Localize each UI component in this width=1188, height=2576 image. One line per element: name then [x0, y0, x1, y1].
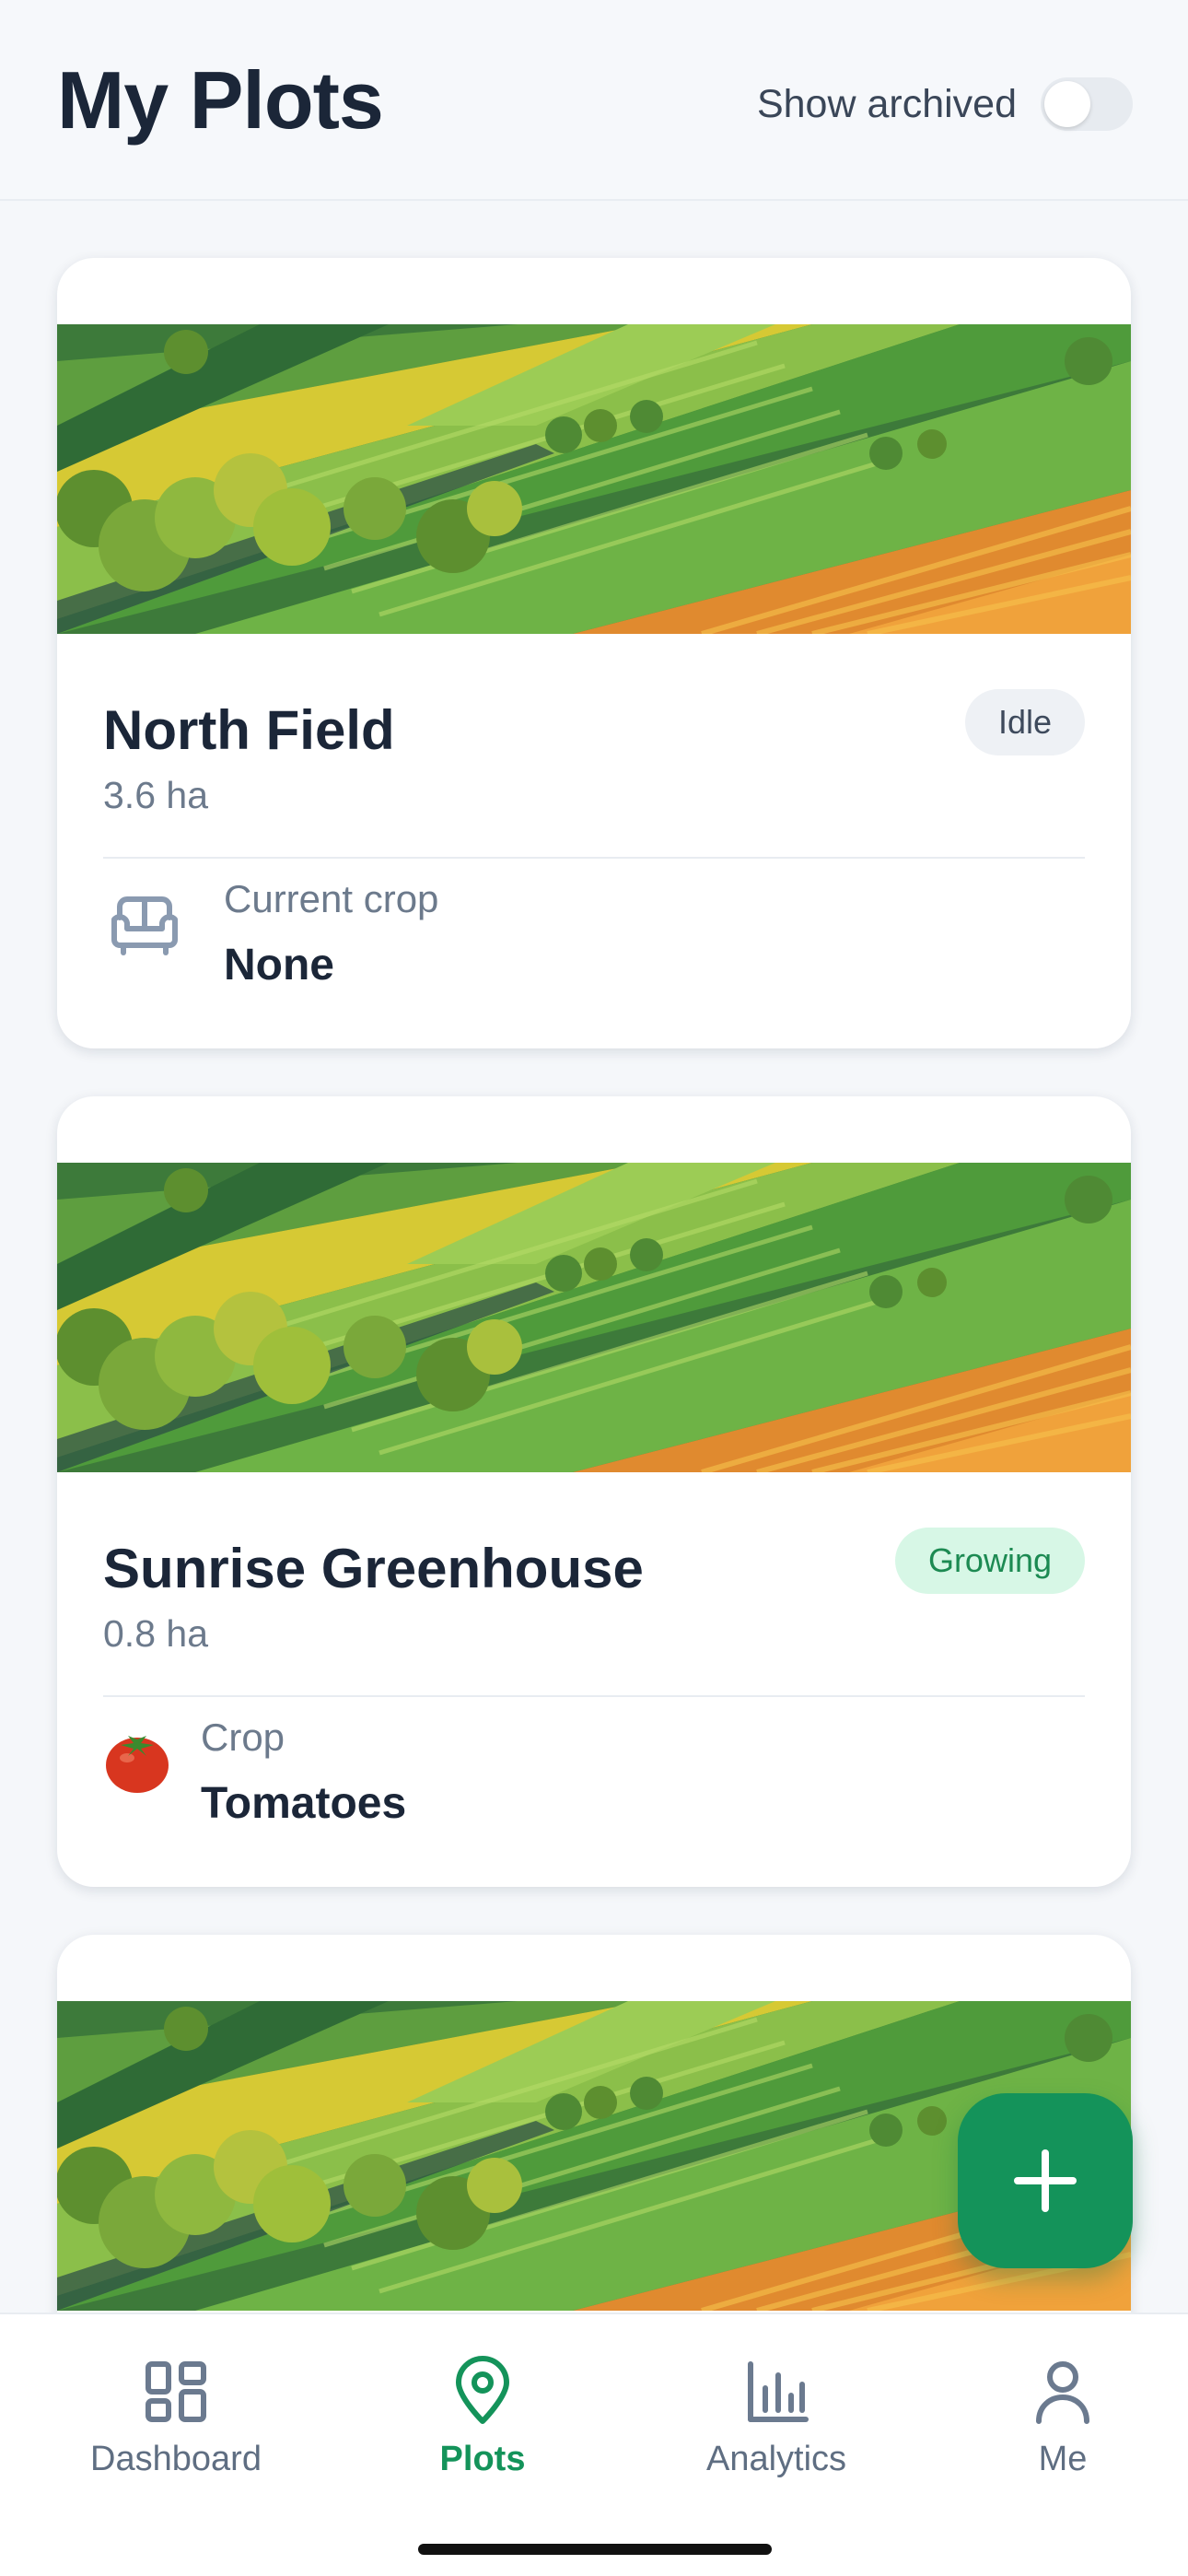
crop-label: Current crop	[224, 877, 439, 920]
sofa-icon	[103, 883, 186, 966]
plot-name: Sunrise Greenhouse	[103, 1538, 644, 1599]
show-archived-label: Show archived	[756, 81, 1017, 126]
divider	[103, 1695, 1085, 1697]
show-archived-control[interactable]: Show archived	[757, 77, 1133, 131]
crop-label: Crop	[201, 1715, 285, 1759]
nav-label: Me	[1038, 2440, 1088, 2478]
nav-item-analytics[interactable]: Analytics	[657, 2355, 896, 2479]
nav-label: Analytics	[705, 2440, 847, 2478]
tomato-icon	[103, 1727, 171, 1795]
status-badge: Idle	[964, 689, 1085, 755]
toggle-knob	[1044, 81, 1090, 127]
dashboard-icon	[146, 2361, 206, 2422]
bar-chart-icon	[748, 2361, 809, 2422]
nav-label: Plots	[439, 2440, 526, 2478]
plot-card-sunrise-greenhouse[interactable]: Sunrise Greenhouse 0.8 ha Growing Crop T…	[57, 1096, 1131, 1887]
plot-area: 3.6 ha	[103, 774, 208, 816]
crop-value: Tomatoes	[201, 1779, 407, 1828]
show-archived-toggle[interactable]	[1041, 77, 1133, 131]
header-bar: My Plots Show archived	[0, 0, 1188, 201]
home-indicator[interactable]	[418, 2544, 772, 2555]
user-icon	[1036, 2361, 1089, 2424]
nav-item-plots[interactable]: Plots	[363, 2355, 602, 2479]
add-plot-button[interactable]	[958, 2093, 1133, 2268]
bottom-nav: Dashboard Plots Analytics Me	[0, 2313, 1188, 2576]
nav-item-dashboard[interactable]: Dashboard	[56, 2355, 296, 2479]
plot-name: North Field	[103, 699, 395, 761]
plot-card-north-field[interactable]: North Field 3.6 ha Idle Current crop Non…	[57, 258, 1131, 1048]
plot-area: 0.8 ha	[103, 1612, 208, 1655]
plus-icon	[1014, 2149, 1077, 2212]
location-pin-icon	[456, 2356, 509, 2424]
plot-image	[57, 1163, 1131, 1472]
plot-image	[57, 324, 1131, 634]
crop-value: None	[224, 941, 334, 989]
divider	[103, 857, 1085, 859]
nav-item-me[interactable]: Me	[943, 2355, 1182, 2479]
status-badge: Growing	[894, 1528, 1085, 1594]
page-title: My Plots	[57, 54, 384, 146]
nav-label: Dashboard	[90, 2440, 262, 2478]
